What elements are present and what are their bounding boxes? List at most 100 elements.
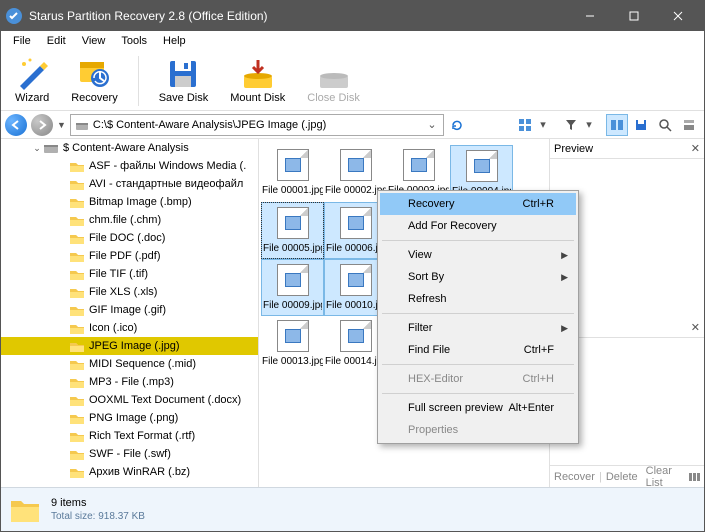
tree-item[interactable]: ASF - файлы Windows Media (. [1, 157, 258, 175]
save-disk-label: Save Disk [159, 92, 209, 104]
tree-item[interactable]: File TIF (.tif) [1, 265, 258, 283]
tree-panel[interactable]: ⌄ $ Content-Aware Analysis ASF - файлы W… [1, 139, 259, 487]
list-options-icon[interactable] [688, 471, 700, 483]
file-thumb [340, 264, 372, 296]
file-item[interactable]: File 00009.jpg [261, 259, 324, 316]
tree-item[interactable]: PNG Image (.png) [1, 409, 258, 427]
ctx-find[interactable]: Find File Ctrl+F [380, 339, 576, 361]
menu-tools[interactable]: Tools [113, 33, 155, 49]
minimize-button[interactable] [568, 1, 612, 31]
app-icon [5, 7, 23, 25]
chevron-right-icon: ▶ [561, 250, 568, 261]
clear-link[interactable]: Clear List [646, 465, 680, 489]
folder-icon [69, 214, 85, 227]
tree-item[interactable]: Bitmap Image (.bmp) [1, 193, 258, 211]
tree-item[interactable]: File PDF (.pdf) [1, 247, 258, 265]
folder-icon [69, 286, 85, 299]
file-thumb [277, 149, 309, 181]
preview-title: Preview [554, 143, 593, 155]
tree-item[interactable]: File DOC (.doc) [1, 229, 258, 247]
delete-link[interactable]: Delete [606, 471, 638, 483]
file-thumb [340, 149, 372, 181]
ctx-separator [382, 393, 574, 394]
ctx-hex[interactable]: HEX-Editor Ctrl+H [380, 368, 576, 390]
file-thumb [466, 150, 498, 182]
chevron-down-icon[interactable]: ▾ [538, 118, 548, 131]
path-combo[interactable]: C:\$ Content-Aware Analysis\JPEG Image (… [70, 114, 444, 136]
close-icon[interactable]: ✕ [691, 321, 700, 334]
folder-icon [69, 358, 85, 371]
toolbar-separator [138, 56, 139, 106]
wizard-button[interactable]: Wizard [9, 56, 55, 106]
tree-item[interactable]: Rich Text Format (.rtf) [1, 427, 258, 445]
maximize-button[interactable] [612, 1, 656, 31]
nav-forward-button[interactable] [31, 114, 53, 136]
tree-item[interactable]: GIF Image (.gif) [1, 301, 258, 319]
chevron-down-icon[interactable]: ▾ [584, 118, 594, 131]
filter-button[interactable] [560, 114, 582, 136]
nav-history-dropdown-icon[interactable]: ▼ [57, 120, 66, 130]
search-toolbar-button[interactable] [654, 114, 676, 136]
status-size: Total size: 918.37 KB [51, 511, 145, 522]
chevron-right-icon: ▶ [561, 323, 568, 334]
tree-item-label: ASF - файлы Windows Media (. [89, 160, 246, 172]
tree-item[interactable]: Архив WinRAR (.bz) [1, 463, 258, 481]
view-mode-button[interactable] [514, 114, 536, 136]
ctx-fullscreen[interactable]: Full screen preview Alt+Enter [380, 397, 576, 419]
file-name: File 00013.jpg [262, 356, 323, 367]
close-disk-button[interactable]: Close Disk [301, 56, 366, 106]
preview-toggle-button[interactable] [606, 114, 628, 136]
menu-view[interactable]: View [74, 33, 114, 49]
menu-edit[interactable]: Edit [39, 33, 74, 49]
file-item[interactable]: File 00001.jpg [261, 145, 324, 202]
nav-back-button[interactable] [5, 114, 27, 136]
recover-link[interactable]: Recover [554, 471, 595, 483]
tree-item[interactable]: Icon (.ico) [1, 319, 258, 337]
ctx-view[interactable]: View ▶ [380, 244, 576, 266]
tree-item[interactable]: MIDI Sequence (.mid) [1, 355, 258, 373]
tree-item[interactable]: MP3 - File (.mp3) [1, 373, 258, 391]
tree-item[interactable]: AVI - стандартные видеофайл [1, 175, 258, 193]
tree-item[interactable]: OOXML Text Document (.docx) [1, 391, 258, 409]
preview-header: Preview ✕ [550, 139, 704, 159]
save-toolbar-button[interactable] [630, 114, 652, 136]
mount-disk-icon [242, 58, 274, 90]
file-item[interactable]: File 00005.jpg [261, 202, 324, 259]
close-icon[interactable]: ✕ [691, 142, 700, 155]
tree-item[interactable]: chm.file (.chm) [1, 211, 258, 229]
mount-disk-label: Mount Disk [230, 92, 285, 104]
tree-item-label: File XLS (.xls) [89, 286, 157, 298]
folder-icon [69, 376, 85, 389]
tree-item-label: Icon (.ico) [89, 322, 137, 334]
tree-item[interactable]: File XLS (.xls) [1, 283, 258, 301]
recovery-button[interactable]: Recovery [65, 56, 123, 106]
options-button[interactable] [678, 114, 700, 136]
folder-icon [69, 196, 85, 209]
ctx-hex-shortcut: Ctrl+H [523, 373, 554, 385]
tree-item[interactable]: JPEG Image (.jpg) [1, 337, 258, 355]
ctx-sort[interactable]: Sort By ▶ [380, 266, 576, 288]
menu-file[interactable]: File [5, 33, 39, 49]
file-item[interactable]: File 00013.jpg [261, 316, 324, 371]
ctx-recovery[interactable]: Recovery Ctrl+R [380, 193, 576, 215]
window-title: Starus Partition Recovery 2.8 (Office Ed… [29, 9, 568, 23]
tree-item-label: OOXML Text Document (.docx) [89, 394, 241, 406]
tree-item-label: MIDI Sequence (.mid) [89, 358, 196, 370]
close-button[interactable] [656, 1, 700, 31]
refresh-button[interactable] [448, 116, 466, 134]
menu-help[interactable]: Help [155, 33, 194, 49]
mount-disk-button[interactable]: Mount Disk [224, 56, 291, 106]
tree-item[interactable]: SWF - File (.swf) [1, 445, 258, 463]
tree-item-label: File PDF (.pdf) [89, 250, 161, 262]
save-disk-button[interactable]: Save Disk [153, 56, 215, 106]
collapse-icon[interactable]: ⌄ [31, 143, 43, 154]
chevron-down-icon[interactable]: ⌄ [425, 118, 439, 131]
tree-root[interactable]: ⌄ $ Content-Aware Analysis [1, 139, 258, 157]
ctx-refresh[interactable]: Refresh [380, 288, 576, 310]
status-bar: 9 items Total size: 918.37 KB [1, 487, 704, 531]
ctx-properties[interactable]: Properties [380, 419, 576, 441]
ctx-add-recovery[interactable]: Add For Recovery [380, 215, 576, 237]
ctx-filter[interactable]: Filter ▶ [380, 317, 576, 339]
file-thumb [340, 320, 372, 352]
save-disk-icon [167, 58, 199, 90]
